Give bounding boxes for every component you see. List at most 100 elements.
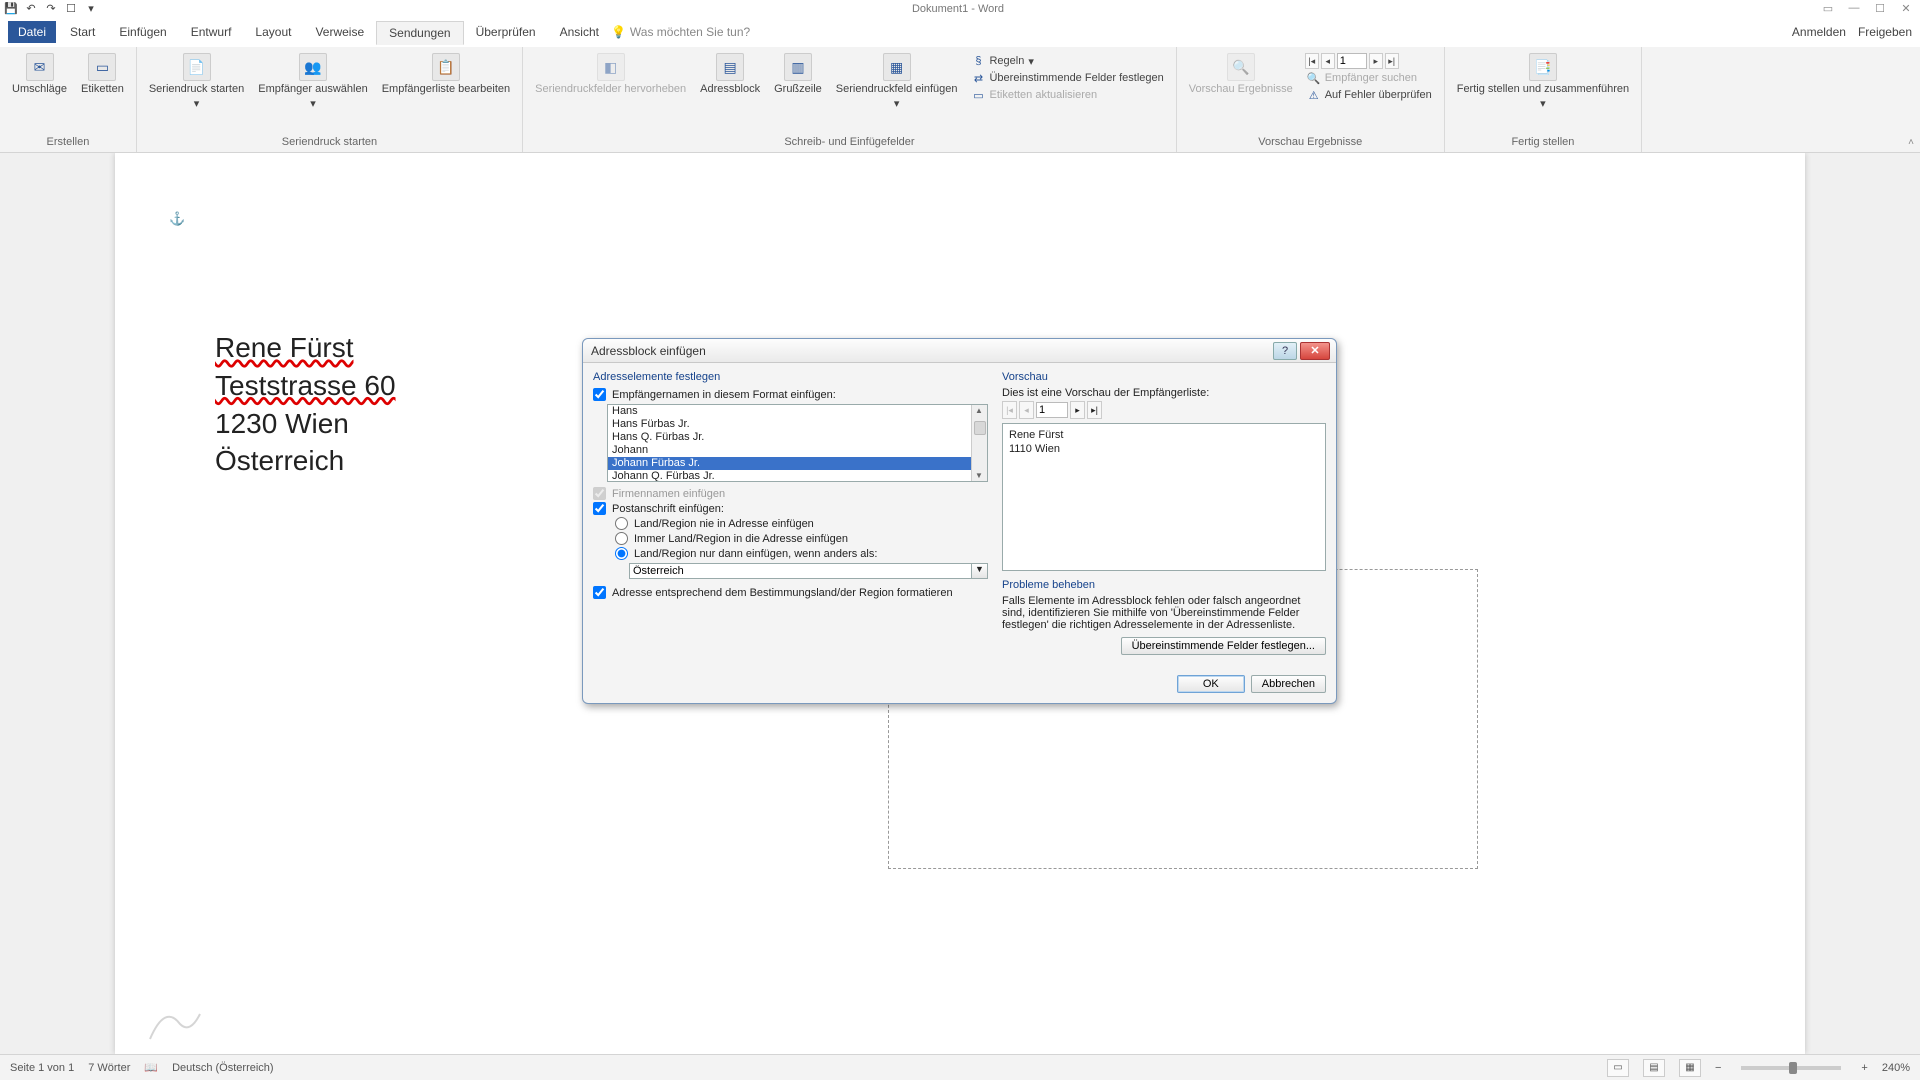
ok-button[interactable]: OK <box>1177 675 1245 693</box>
tab-einfuegen[interactable]: Einfügen <box>107 21 178 43</box>
zoom-out-button[interactable]: − <box>1715 1062 1721 1074</box>
empfaenger-suchen-button: 🔍Empfänger suchen <box>1305 70 1434 86</box>
seriendruck-starten-button[interactable]: 📄Seriendruck starten▾ <box>143 51 250 134</box>
ribbon-display-icon[interactable]: ▭ <box>1820 2 1836 15</box>
empfaengerliste-bearbeiten-button[interactable]: 📋Empfängerliste bearbeiten <box>376 51 516 134</box>
zoom-slider[interactable] <box>1741 1066 1841 1070</box>
read-mode-button[interactable]: ▭ <box>1607 1059 1629 1077</box>
etiketten-button[interactable]: ▭Etiketten <box>75 51 130 134</box>
radio-nie[interactable] <box>615 517 628 530</box>
record-number-input[interactable] <box>1337 53 1367 69</box>
feld-einfuegen-button[interactable]: ▦Seriendruckfeld einfügen▾ <box>830 51 964 134</box>
undo-icon[interactable]: ↶ <box>24 2 38 16</box>
prev-first-button: |◂ <box>1002 401 1017 419</box>
prev-last-button[interactable]: ▸| <box>1087 401 1102 419</box>
proofing-icon[interactable]: 📖 <box>144 1061 158 1074</box>
radio-nur[interactable] <box>615 547 628 560</box>
format-option[interactable]: Hans <box>608 405 971 418</box>
country-combo[interactable] <box>629 563 972 579</box>
felder-festlegen-dialog-button[interactable]: Übereinstimmende Felder festlegen... <box>1121 637 1326 655</box>
page-status[interactable]: Seite 1 von 1 <box>10 1062 74 1074</box>
signin-link[interactable]: Anmelden <box>1792 25 1846 39</box>
next-record-button[interactable]: ▸ <box>1369 53 1383 69</box>
felder-festlegen-button[interactable]: ⇄Übereinstimmende Felder festlegen <box>969 70 1165 86</box>
prev-record-button[interactable]: ◂ <box>1321 53 1335 69</box>
tab-entwurf[interactable]: Entwurf <box>179 21 244 43</box>
web-layout-button[interactable]: ▦ <box>1679 1059 1701 1077</box>
zoom-in-button[interactable]: + <box>1861 1062 1867 1074</box>
radio-immer[interactable] <box>615 532 628 545</box>
save-icon[interactable]: 💾 <box>4 2 18 16</box>
chk-postanschrift-label: Postanschrift einfügen: <box>612 503 724 515</box>
country-combo-dropdown[interactable]: ▼ <box>972 563 988 579</box>
error-check-icon: ⚠ <box>1307 88 1321 102</box>
preview-line-1: Rene Fürst <box>1009 428 1319 442</box>
share-button[interactable]: Freigeben <box>1858 25 1912 39</box>
tab-sendungen[interactable]: Sendungen <box>376 21 463 45</box>
collapse-ribbon-icon[interactable]: ˄ <box>1908 137 1914 148</box>
radio-immer-label: Immer Land/Region in die Adresse einfüge… <box>634 533 848 545</box>
format-option[interactable]: Johann <box>608 444 971 457</box>
dialog-close-button[interactable]: ✕ <box>1300 342 1330 360</box>
tellme-search[interactable]: 💡 Was möchten Sie tun? <box>611 25 750 39</box>
last-record-button[interactable]: ▸| <box>1385 53 1399 69</box>
adresselemente-label: Adresselemente festlegen <box>593 371 988 383</box>
language-status[interactable]: Deutsch (Österreich) <box>172 1062 273 1074</box>
addr-line-2: Teststrasse 60 <box>215 370 396 401</box>
adressblock-button[interactable]: ▤Adressblock <box>694 51 766 134</box>
tab-layout[interactable]: Layout <box>243 21 303 43</box>
tab-verweise[interactable]: Verweise <box>303 21 376 43</box>
close-icon[interactable]: ✕ <box>1898 2 1914 15</box>
fehler-pruefen-button[interactable]: ⚠Auf Fehler überprüfen <box>1305 87 1434 103</box>
first-record-button[interactable]: |◂ <box>1305 53 1319 69</box>
umschlaege-button[interactable]: ✉Umschläge <box>6 51 73 134</box>
prev-next-button[interactable]: ▸ <box>1070 401 1085 419</box>
dialog-help-button[interactable]: ? <box>1273 342 1297 360</box>
cancel-button[interactable]: Abbrechen <box>1251 675 1326 693</box>
tab-ansicht[interactable]: Ansicht <box>548 21 611 43</box>
fertig-stellen-button[interactable]: 📑Fertig stellen und zusammenführen▾ <box>1451 51 1635 134</box>
vorschau-label: Vorschau <box>1002 371 1326 383</box>
menu-tabs: Datei Start Einfügen Entwurf Layout Verw… <box>0 17 1920 47</box>
probleme-text: Falls Elemente im Adressblock fehlen ode… <box>1002 595 1326 631</box>
vorschau-caption: Dies ist eine Vorschau der Empfängerlist… <box>1002 387 1326 399</box>
etiketten-aktualisieren-button: ▭Etiketten aktualisieren <box>969 87 1165 103</box>
logo-icon <box>145 994 205 1044</box>
list-scrollbar[interactable] <box>971 405 987 481</box>
probleme-label: Probleme beheben <box>1002 579 1326 591</box>
redo-icon[interactable]: ↷ <box>44 2 58 16</box>
field-icon: ▦ <box>883 53 911 81</box>
print-layout-button[interactable]: ▤ <box>1643 1059 1665 1077</box>
name-format-list[interactable]: Hans Hans Fürbas Jr. Hans Q. Fürbas Jr. … <box>607 404 988 482</box>
touch-icon[interactable]: ☐ <box>64 2 78 16</box>
recipients-icon: 👥 <box>299 53 327 81</box>
chk-postanschrift[interactable] <box>593 502 606 515</box>
minimize-icon[interactable]: — <box>1846 2 1862 15</box>
grusszeile-button[interactable]: ▥Grußzeile <box>768 51 828 134</box>
prev-index-input[interactable] <box>1036 402 1068 418</box>
tab-ueberpruefen[interactable]: Überprüfen <box>464 21 548 43</box>
statusbar: Seite 1 von 1 7 Wörter 📖 Deutsch (Österr… <box>0 1054 1920 1080</box>
word-count[interactable]: 7 Wörter <box>88 1062 130 1074</box>
titlebar: 💾 ↶ ↷ ☐ ▾ Dokument1 - Word ▭ — ☐ ✕ <box>0 0 1920 17</box>
maximize-icon[interactable]: ☐ <box>1872 2 1888 15</box>
address-icon: ▤ <box>716 53 744 81</box>
chk-format-nach-land[interactable] <box>593 586 606 599</box>
finish-icon: 📑 <box>1529 53 1557 81</box>
format-option[interactable]: Johann Q. Fürbas Jr. <box>608 470 971 481</box>
zoom-level[interactable]: 240% <box>1882 1062 1910 1074</box>
regeln-button[interactable]: §Regeln ▾ <box>969 53 1165 69</box>
qat-dropdown-icon[interactable]: ▾ <box>84 2 98 16</box>
tab-start[interactable]: Start <box>58 21 107 43</box>
anchor-icon: ⚓ <box>169 211 185 227</box>
chk-empfaengername[interactable] <box>593 388 606 401</box>
format-option[interactable]: Hans Q. Fürbas Jr. <box>608 431 971 444</box>
addr-line-4: Österreich <box>215 442 396 480</box>
format-option[interactable]: Hans Fürbas Jr. <box>608 418 971 431</box>
search-icon: 🔍 <box>1307 71 1321 85</box>
tab-file[interactable]: Datei <box>8 21 56 43</box>
address-text[interactable]: Rene Fürst Teststrasse 60 1230 Wien Öste… <box>215 329 396 480</box>
format-option-selected[interactable]: Johann Fürbas Jr. <box>608 457 971 470</box>
match-icon: ⇄ <box>971 71 985 85</box>
empfaenger-auswaehlen-button[interactable]: 👥Empfänger auswählen▾ <box>252 51 373 134</box>
